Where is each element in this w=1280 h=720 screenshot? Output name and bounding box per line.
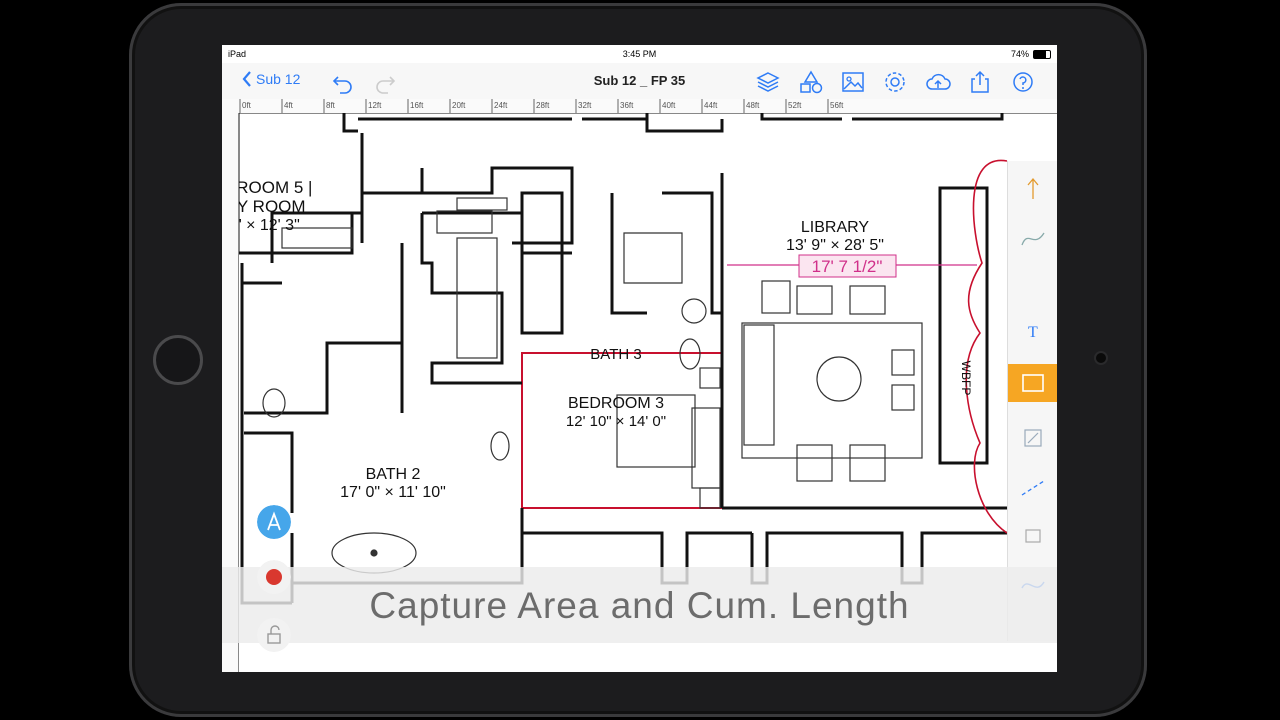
shapes-icon[interactable] bbox=[798, 69, 824, 95]
top-ruler: 0ft 4ft 8ft 12ft 16ft 20ft 24ft 28ft 32ft 36ft 40f… bbox=[222, 99, 1057, 114]
chevron-left-icon bbox=[242, 71, 251, 87]
fixtures bbox=[262, 197, 923, 574]
battery-percent: 74% bbox=[1010, 49, 1029, 59]
ruler-label: 36ft bbox=[620, 101, 634, 110]
gear-icon[interactable] bbox=[882, 69, 908, 95]
bedroom3-dims: 12' 10" × 14' 0" bbox=[566, 413, 666, 430]
back-button[interactable]: Sub 12 bbox=[242, 71, 300, 87]
caption-text: Capture Area and Cum. Length bbox=[369, 585, 910, 626]
help-icon[interactable] bbox=[1010, 69, 1036, 95]
room-labels: DROOM 5 | ILY ROOM '0" × 12' 3" LIBRARY … bbox=[224, 178, 973, 501]
front-camera bbox=[1096, 353, 1106, 363]
bath3-name: BATH 3 bbox=[590, 346, 641, 363]
area-tool-icon[interactable] bbox=[1008, 364, 1057, 402]
ruler-label: 52ft bbox=[788, 101, 802, 110]
ruler-label: 8ft bbox=[326, 101, 336, 110]
record-button[interactable] bbox=[257, 560, 291, 594]
ruler-label: 28ft bbox=[536, 101, 550, 110]
ruler-label: 24ft bbox=[494, 101, 508, 110]
svg-text:T: T bbox=[1028, 324, 1038, 341]
share-icon[interactable] bbox=[967, 69, 993, 95]
ruler-ticks: 0ft 4ft 8ft 12ft 16ft 20ft 24ft 28ft 32ft 36ft 40f… bbox=[239, 99, 844, 113]
ruler-label: 48ft bbox=[746, 101, 760, 110]
ruler-label: 16ft bbox=[410, 101, 424, 110]
library-name: LIBRARY bbox=[801, 219, 870, 236]
stamp-tool-icon[interactable] bbox=[1014, 516, 1052, 554]
bedroom3-name: BEDROOM 3 bbox=[568, 395, 664, 412]
library-dims: 13' 9" × 28' 5" bbox=[786, 237, 884, 254]
undo-icon[interactable] bbox=[330, 69, 356, 95]
redo-icon[interactable] bbox=[372, 69, 398, 95]
status-time: 3:45 PM bbox=[622, 49, 657, 59]
ruler-label: 12ft bbox=[368, 101, 382, 110]
measure-tool-icon[interactable] bbox=[1014, 469, 1052, 507]
compass-button[interactable] bbox=[257, 505, 291, 539]
pin-tool-icon[interactable] bbox=[1014, 171, 1052, 209]
home-button[interactable] bbox=[153, 335, 203, 385]
text-tool-icon[interactable]: T bbox=[1014, 311, 1052, 349]
layers-icon[interactable] bbox=[755, 69, 781, 95]
resize-tool-icon[interactable] bbox=[1014, 419, 1052, 457]
battery-icon bbox=[1033, 50, 1051, 59]
ruler-label: 4ft bbox=[284, 101, 294, 110]
nav-bar: Sub 12 Sub 12 _ FP 35 bbox=[222, 63, 1057, 99]
bath2-name: BATH 2 bbox=[366, 466, 421, 483]
ruler-label: 0ft bbox=[242, 101, 252, 110]
measure-label: 17' 7 1/2" bbox=[812, 257, 883, 276]
ruler-label: 40ft bbox=[662, 101, 676, 110]
wbfp-label: WBFP bbox=[959, 361, 973, 396]
ruler-label: 44ft bbox=[704, 101, 718, 110]
ruler-label: 56ft bbox=[830, 101, 844, 110]
unlock-icon[interactable] bbox=[257, 618, 291, 652]
status-bar: iPad 3:45 PM 74% bbox=[222, 45, 1057, 63]
ruler-label: 20ft bbox=[452, 101, 466, 110]
image-icon[interactable] bbox=[840, 69, 866, 95]
ruler-label: 32ft bbox=[578, 101, 592, 110]
freehand-tool-icon[interactable] bbox=[1014, 219, 1052, 257]
bath2-dims: 17' 0" × 11' 10" bbox=[340, 484, 446, 501]
cloud-upload-icon[interactable] bbox=[925, 69, 951, 95]
back-label: Sub 12 bbox=[256, 71, 301, 87]
app-screen: iPad 3:45 PM 74% Sub 12 Sub 12 _ FP 35 0… bbox=[222, 45, 1057, 672]
